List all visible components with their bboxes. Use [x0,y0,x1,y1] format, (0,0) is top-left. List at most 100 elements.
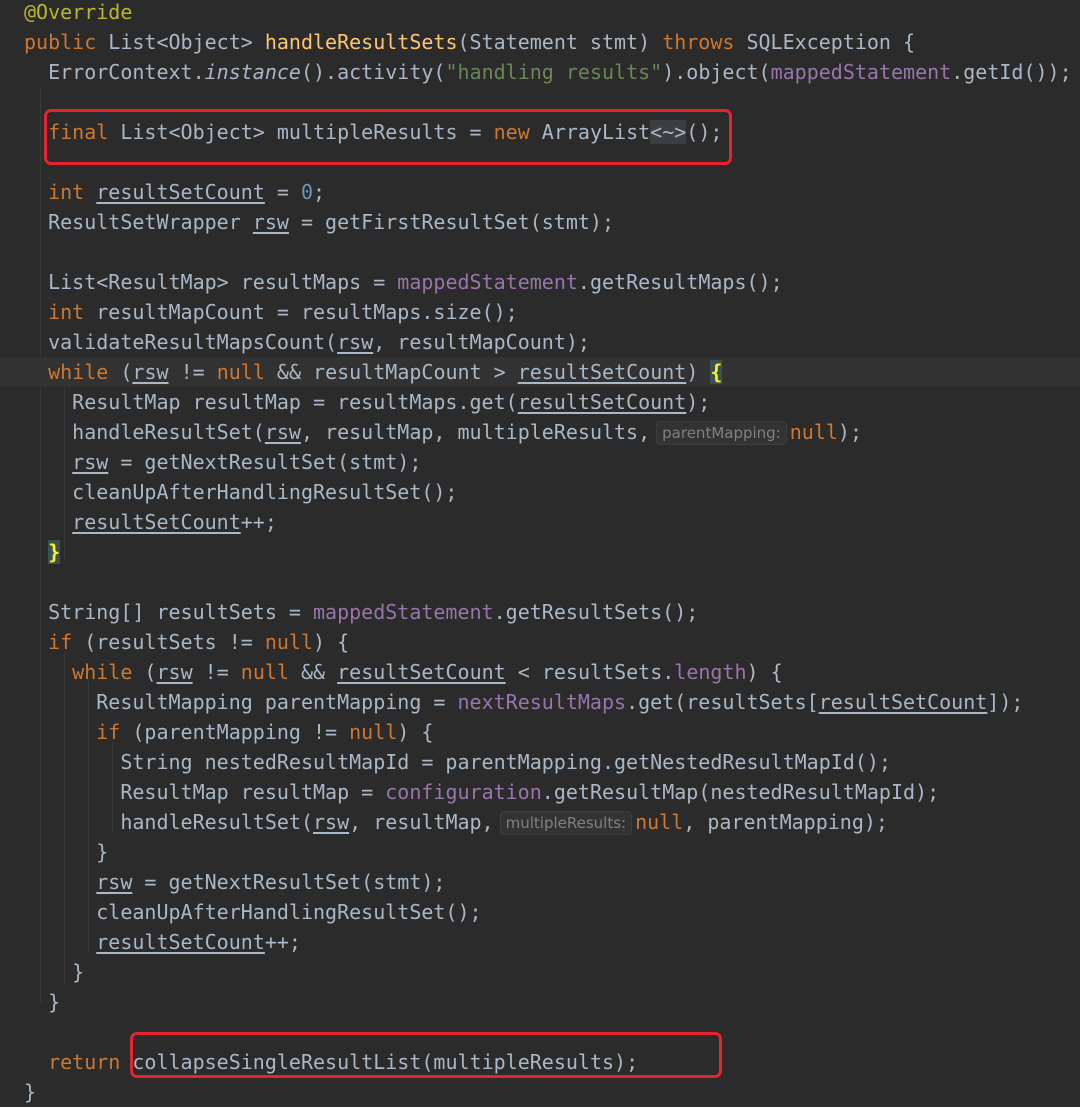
code-line[interactable]: String[] resultSets = mappedStatement.ge… [0,597,1080,627]
code-token: resultSetCount [517,390,687,414]
code-line[interactable]: String nestedResultMapId = parentMapping… [0,747,1080,777]
code-token: != [192,660,241,684]
code-token: ); [686,390,711,414]
code-token: } [24,1080,37,1104]
code-token: ) { [313,630,350,654]
code-token: .getResultMaps(); [577,270,783,294]
code-line[interactable]: List<ResultMap> resultMaps = mappedState… [0,267,1080,297]
code-line[interactable]: handleResultSet(rsw, resultMap, multipleR… [0,807,1080,837]
code-token: ( [108,360,133,384]
code-token: mappedStatement [312,600,494,624]
code-token: while [72,660,133,684]
code-line[interactable]: int resultMapCount = resultMaps.size(); [0,297,1080,327]
code-token: rsw [156,660,193,684]
code-line[interactable]: ResultMapping parentMapping = nextResult… [0,687,1080,717]
code-token: rsw [252,210,289,234]
code-token: configuration [385,780,542,804]
code-line[interactable]: @Override [0,0,1080,27]
code-line[interactable]: ResultMap resultMap = configuration.getR… [0,777,1080,807]
code-line[interactable]: } [0,537,1080,567]
code-token: cleanUpAfterHandlingResultSet(); [24,480,458,504]
code-token: cleanUpAfterHandlingResultSet(); [24,900,482,924]
code-token: "handling results" [445,60,663,84]
code-token: } [24,960,85,984]
code-token: rsw [264,420,301,444]
code-token: if [96,720,121,744]
code-token: List<ResultMap> resultMaps = [24,270,398,294]
code-token: 0 [300,180,314,204]
code-editor[interactable]: @Override public List<Object> handleResul… [0,0,1080,1104]
code-token: null [240,660,289,684]
code-line[interactable]: rsw = getNextResultSet(stmt); [0,447,1080,477]
code-token: } [48,540,61,564]
code-token: && resultMapCount > [264,360,518,384]
code-token: != [168,360,217,384]
code-line[interactable]: public List<Object> handleResultSets(Sta… [0,27,1080,57]
red-highlight-box-multiple-results [44,109,732,165]
code-token: (resultSets != [72,630,265,654]
code-token: handleResultSet( [24,810,313,834]
code-line[interactable]: resultSetCount++; [0,927,1080,957]
code-token: null [349,720,398,744]
code-token: ErrorContext. [24,60,205,84]
code-line[interactable]: } [0,987,1080,1017]
code-token: return [48,1050,121,1074]
code-line[interactable]: cleanUpAfterHandlingResultSet(); [0,477,1080,507]
code-token: .get(resultSets[ [626,690,819,714]
code-token: ResultMap resultMap = resultMaps.get( [24,390,518,414]
code-token: , parentMapping); [683,810,888,834]
code-line[interactable]: ResultMap resultMap = resultMaps.get(res… [0,387,1080,417]
code-token: null [264,630,314,654]
code-line[interactable]: if (parentMapping != null) { [0,717,1080,747]
code-line[interactable] [0,567,1080,597]
code-token: while [48,360,109,384]
code-token: rsw [96,870,133,894]
code-line[interactable]: handleResultSet(rsw, resultMap, multiple… [0,417,1080,447]
code-token: nextResultMaps [457,690,627,714]
code-token: rsw [72,450,109,474]
code-token: rsw [337,330,374,354]
code-line[interactable]: if (resultSets != null) { [0,627,1080,657]
code-line[interactable]: int resultSetCount = 0; [0,177,1080,207]
code-token: null [216,360,265,384]
code-token: ]); [987,690,1024,714]
code-line[interactable]: validateResultMapsCount(rsw, resultMapCo… [0,327,1080,357]
code-line[interactable]: ErrorContext.instance().activity("handli… [0,57,1080,87]
code-token: if [48,630,73,654]
code-token: length [674,660,747,684]
code-token: , resultMap, multipleResults, [300,420,651,444]
code-token: rsw [132,360,169,384]
code-line[interactable] [0,237,1080,267]
code-token: ) { [397,720,434,744]
red-highlight-box-return [130,1032,722,1078]
code-token: handleResultSets [264,30,458,54]
code-token: = [264,180,301,204]
code-token: = getNextResultSet(stmt); [108,450,422,474]
code-token: validateResultMapsCount( [24,330,338,354]
code-token: , resultMapCount); [373,330,590,354]
code-line[interactable]: ResultSetWrapper rsw = getFirstResultSet… [0,207,1080,237]
code-line[interactable]: while (rsw != null && resultMapCount > r… [0,357,1080,387]
code-token: mappedStatement [770,60,952,84]
code-token: resultSetCount [517,360,687,384]
code-token: ResultSetWrapper [24,210,253,234]
code-line[interactable]: while (rsw != null && resultSetCount < r… [0,657,1080,687]
code-token: < resultSets. [505,660,675,684]
code-line[interactable]: cleanUpAfterHandlingResultSet(); [0,897,1080,927]
code-token: ResultMapping parentMapping = [24,690,458,714]
code-line[interactable]: rsw = getNextResultSet(stmt); [0,867,1080,897]
code-line[interactable]: } [0,837,1080,867]
code-token: null [635,810,684,834]
code-token: resultSetCount [72,510,241,534]
code-line[interactable]: resultSetCount++; [0,507,1080,537]
code-line[interactable]: } [0,957,1080,987]
code-token: && [288,660,338,684]
